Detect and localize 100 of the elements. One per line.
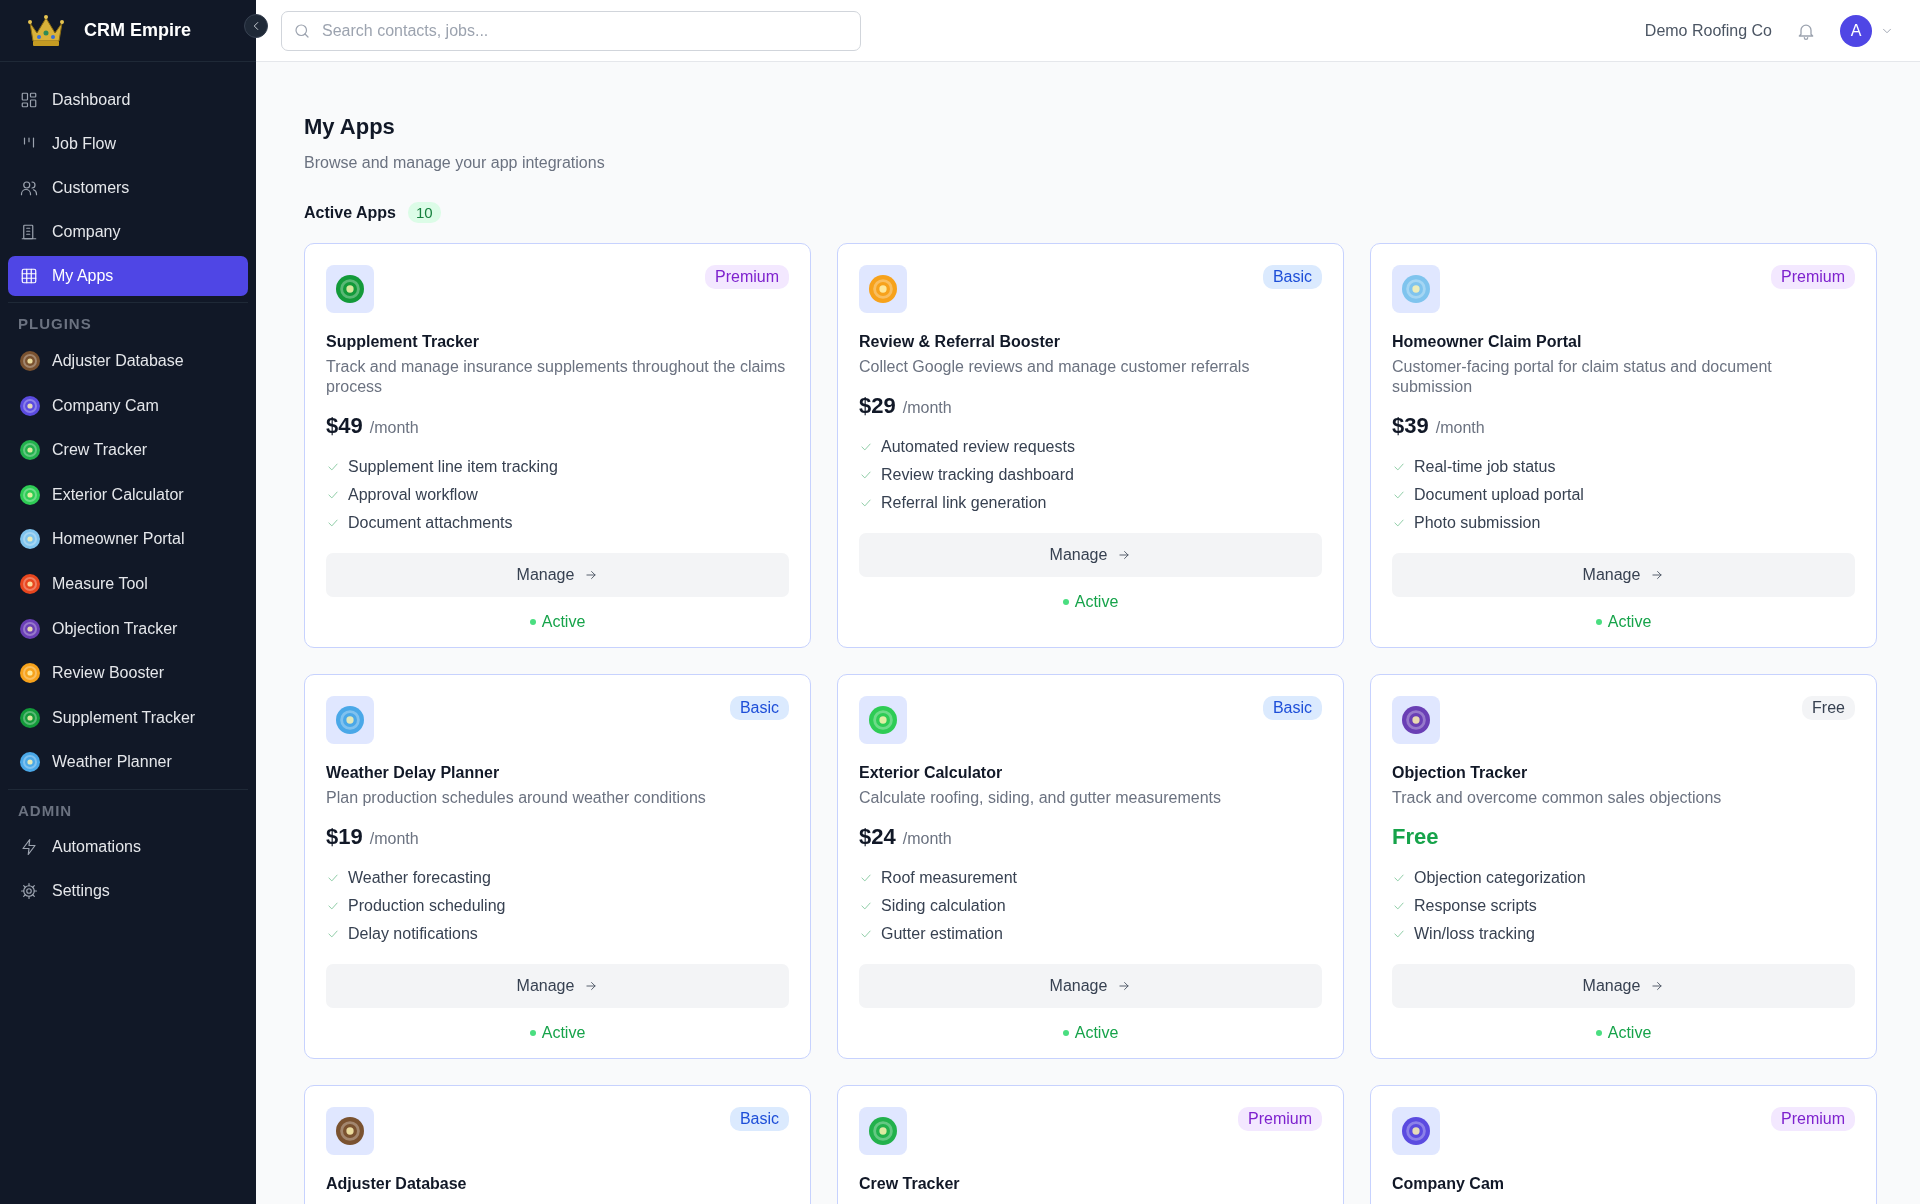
target-icon bbox=[336, 1117, 364, 1145]
plugin-item[interactable]: Company Cam bbox=[8, 384, 248, 427]
target-icon bbox=[20, 663, 40, 684]
target-icon bbox=[20, 618, 40, 639]
feature-text: Delay notifications bbox=[348, 925, 478, 943]
target-icon bbox=[20, 752, 40, 773]
manage-button[interactable]: Manage bbox=[326, 553, 789, 597]
price-period: /month bbox=[1435, 419, 1485, 437]
tier-badge: Basic bbox=[1262, 265, 1322, 289]
target-icon bbox=[1402, 1117, 1430, 1145]
app-price: $49 bbox=[326, 413, 363, 439]
feature-text: Referral link generation bbox=[881, 494, 1047, 512]
tier-badge: Free bbox=[1802, 696, 1855, 720]
app-title: Homeowner Claim Portal bbox=[1392, 333, 1583, 351]
nav-item[interactable]: Settings bbox=[8, 871, 248, 912]
tier-badge: Premium bbox=[1771, 1107, 1855, 1131]
status-text: Active bbox=[541, 1024, 586, 1042]
plugin-item[interactable]: Supplement Tracker bbox=[8, 696, 248, 739]
tier-badge: Premium bbox=[705, 265, 789, 289]
feature-text: Weather forecasting bbox=[348, 869, 491, 887]
plugin-item[interactable]: Crew Tracker bbox=[8, 429, 248, 472]
feature-text: Objection categorization bbox=[1414, 869, 1586, 887]
app-price: $24 bbox=[859, 824, 896, 850]
section-heading: PLUGINS bbox=[8, 302, 248, 340]
manage-button[interactable]: Manage bbox=[859, 533, 1322, 577]
app-price: $29 bbox=[859, 393, 896, 419]
status-text: Active bbox=[1074, 593, 1119, 611]
app-title: Supplement Tracker bbox=[326, 333, 480, 351]
collapse-button[interactable] bbox=[244, 14, 268, 38]
target-icon bbox=[20, 573, 40, 594]
status-text: Active bbox=[1607, 1024, 1652, 1042]
feature-text: Roof measurement bbox=[881, 869, 1018, 887]
dashboard-icon bbox=[20, 91, 38, 109]
target-icon bbox=[20, 707, 40, 728]
feature-text: Automated review requests bbox=[881, 438, 1075, 456]
arrow-right-icon bbox=[1117, 979, 1132, 993]
tier-badge: Basic bbox=[1262, 696, 1322, 720]
feature-text: Document upload portal bbox=[1414, 486, 1584, 504]
app-price: $19 bbox=[326, 824, 363, 850]
app-name: CRM Empire bbox=[84, 20, 191, 41]
plugin-item[interactable]: Homeowner Portal bbox=[8, 518, 248, 561]
app-title: Weather Delay Planner bbox=[326, 764, 501, 782]
plugin-item[interactable]: Objection Tracker bbox=[8, 607, 248, 650]
status-dot bbox=[1595, 619, 1602, 625]
plugin-item[interactable]: Exterior Calculator bbox=[8, 473, 248, 516]
manage-button[interactable]: Manage bbox=[859, 964, 1322, 1008]
search-field[interactable]: Search contacts, jobs... bbox=[281, 10, 861, 51]
target-icon bbox=[1402, 275, 1430, 303]
app-title: Review & Referral Booster bbox=[859, 333, 1061, 351]
target-icon bbox=[20, 529, 40, 550]
nav-item[interactable]: Dashboard bbox=[8, 80, 248, 120]
target-icon bbox=[869, 275, 897, 303]
app-description: Customer-facing portal for claim status and document submission bbox=[1392, 357, 1773, 397]
price-period: /month bbox=[369, 419, 419, 437]
search-icon bbox=[293, 21, 311, 40]
tier-badge: Premium bbox=[1771, 265, 1855, 289]
feature-text: Win/loss tracking bbox=[1414, 925, 1535, 943]
feature-text: Review tracking dashboard bbox=[881, 466, 1074, 484]
status-text: Active bbox=[1607, 613, 1652, 631]
target-icon bbox=[20, 395, 40, 416]
feature-text: Supplement line item tracking bbox=[348, 458, 558, 476]
nav-item[interactable]: My Apps bbox=[8, 256, 248, 296]
tier-badge: Basic bbox=[729, 1107, 789, 1131]
app-price: Free bbox=[1392, 824, 1439, 850]
nav-item[interactable]: Job Flow bbox=[8, 124, 248, 164]
feature-text: Production scheduling bbox=[348, 897, 506, 915]
page-title: My Apps bbox=[304, 114, 396, 140]
status-dot bbox=[1595, 1030, 1602, 1036]
status-text: Active bbox=[541, 613, 586, 631]
app-price: $39 bbox=[1392, 413, 1429, 439]
plugin-item[interactable]: Weather Planner bbox=[8, 741, 248, 784]
app-description: Collect Google reviews and manage customer referrals bbox=[859, 357, 1251, 377]
nav-item[interactable]: Automations bbox=[8, 827, 248, 868]
nav-item[interactable]: Company bbox=[8, 212, 248, 252]
manage-button[interactable]: Manage bbox=[1392, 964, 1855, 1008]
user-avatar[interactable]: A bbox=[1840, 14, 1872, 47]
arrow-right-icon bbox=[584, 979, 599, 993]
arrow-right-icon bbox=[1117, 548, 1132, 562]
plugin-item[interactable]: Review Booster bbox=[8, 652, 248, 695]
plugin-item[interactable]: Measure Tool bbox=[8, 562, 248, 605]
company-name: Demo Roofing Co bbox=[1644, 21, 1772, 40]
page-subtitle: Browse and manage your app integrations bbox=[304, 154, 606, 172]
status-dot bbox=[529, 619, 536, 625]
manage-button[interactable]: Manage bbox=[1392, 553, 1855, 597]
crown-logo bbox=[26, 12, 66, 49]
plugin-item[interactable]: Adjuster Database bbox=[8, 340, 248, 382]
feature-text: Approval workflow bbox=[348, 486, 478, 504]
settings-icon bbox=[20, 882, 38, 901]
status-dot bbox=[529, 1030, 536, 1036]
price-period: /month bbox=[369, 830, 419, 848]
app-title: Crew Tracker bbox=[859, 1175, 961, 1193]
app-title: Company Cam bbox=[1392, 1175, 1506, 1193]
price-period: /month bbox=[902, 830, 952, 848]
feature-text: Document attachments bbox=[348, 514, 513, 532]
nav-item[interactable]: Customers bbox=[8, 168, 248, 208]
manage-button[interactable]: Manage bbox=[326, 964, 789, 1008]
feature-text: Response scripts bbox=[1414, 897, 1537, 915]
arrow-right-icon bbox=[1650, 979, 1665, 993]
target-icon bbox=[869, 1117, 897, 1145]
lightning-icon bbox=[20, 838, 38, 857]
